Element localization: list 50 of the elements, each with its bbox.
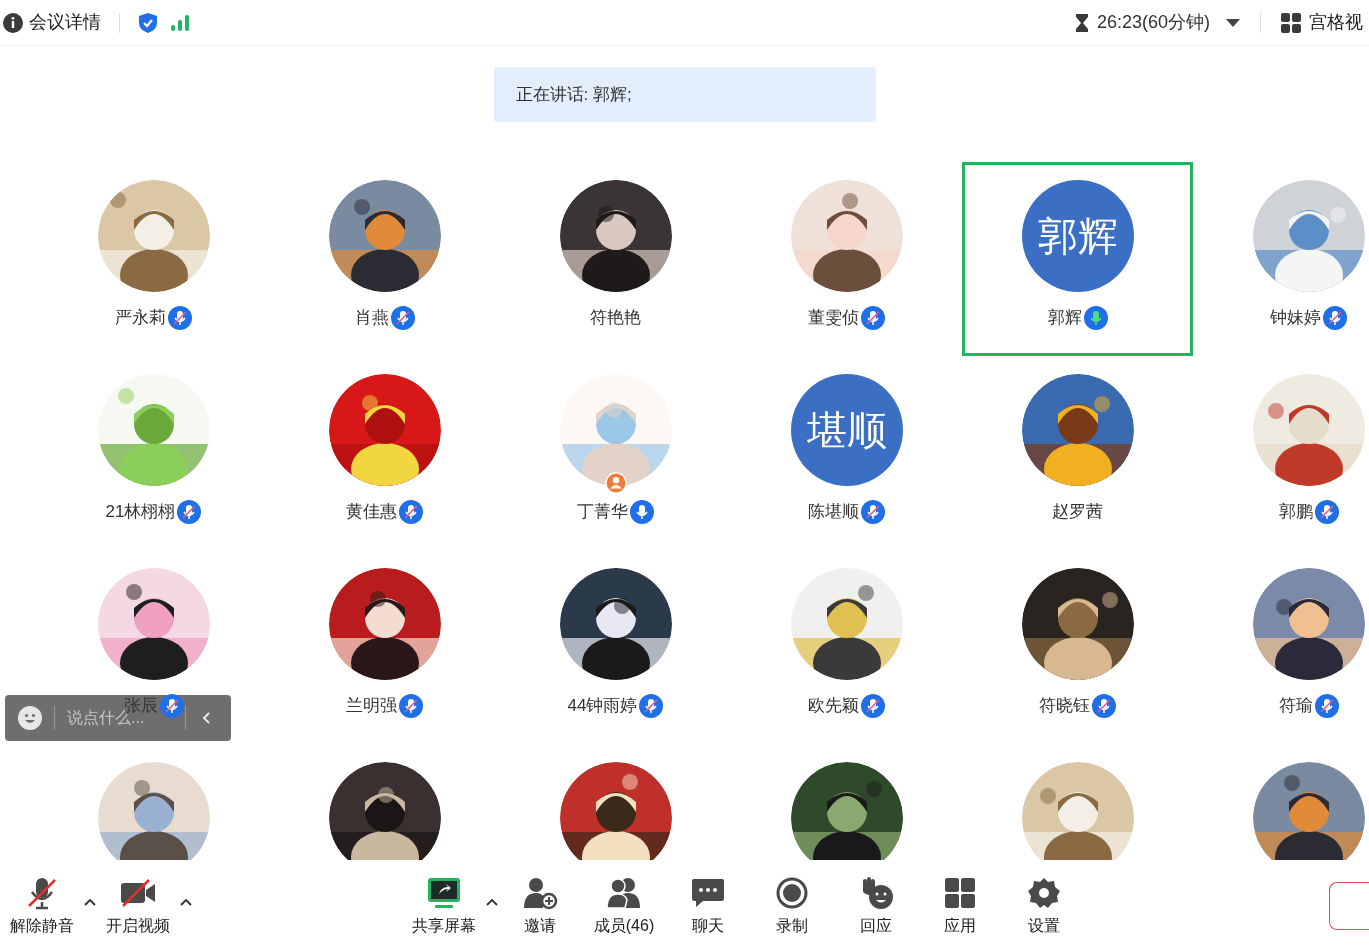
meeting-timer: 26:23(60分钟) xyxy=(1096,11,1210,34)
participant-name: 符晓钰 xyxy=(1039,695,1090,718)
toolbar-button[interactable]: 邀请 xyxy=(498,876,582,938)
participant-name: 符瑜 xyxy=(1278,695,1313,718)
avatar: 堪顺 xyxy=(790,374,903,486)
add-person-icon xyxy=(521,876,559,910)
participant-name: 21林栩栩 xyxy=(105,501,176,524)
settings-icon xyxy=(1025,876,1063,910)
participant-name: 赵罗茜 xyxy=(1052,501,1103,524)
view-mode-button[interactable]: 宫格视 xyxy=(1309,9,1369,36)
participant-name: 欧先颖 xyxy=(808,695,859,718)
caret-icon[interactable] xyxy=(180,898,192,906)
participant-name: 陈堪顺 xyxy=(808,501,859,524)
participant-name: 黄佳惠 xyxy=(346,501,397,524)
collapse-icon[interactable] xyxy=(202,712,210,724)
participant-name: 董雯侦 xyxy=(808,307,859,330)
leave-button[interactable] xyxy=(1329,882,1369,930)
toolbar-button[interactable]: 聊天 xyxy=(666,876,750,938)
participant-name: 郭辉 xyxy=(1047,307,1082,330)
hourglass-icon xyxy=(1074,12,1089,33)
toolbar-button[interactable]: 回应 xyxy=(834,876,918,938)
toolbar-button[interactable]: 成员(46) xyxy=(582,876,666,938)
share-screen-icon xyxy=(425,876,463,910)
shield-check-icon[interactable] xyxy=(138,11,158,34)
participant-name: 郭鹏 xyxy=(1278,501,1313,524)
caret-icon[interactable] xyxy=(84,898,96,906)
toolbar-button[interactable]: 共享屏幕 xyxy=(402,876,486,938)
toolbar-button[interactable]: 应用 xyxy=(918,876,1002,938)
participant-name: 丁菁华 xyxy=(577,501,628,524)
info-icon[interactable] xyxy=(3,12,23,33)
participant-name: 兰明强 xyxy=(346,695,397,718)
avatar: 郭辉 xyxy=(1021,180,1134,292)
people-icon xyxy=(605,876,643,910)
meeting-details-button[interactable]: 会议详情 xyxy=(29,9,101,36)
toolbar-button[interactable]: 解除静音 xyxy=(0,876,84,938)
speaking-banner: 正在讲话: 郭辉; xyxy=(493,67,876,122)
participant-name: 肖燕 xyxy=(354,307,389,330)
toolbar-button[interactable]: 设置 xyxy=(1002,876,1086,938)
caret-icon[interactable] xyxy=(486,898,498,906)
participant-name: 严永莉 xyxy=(115,307,166,330)
toolbar-button[interactable]: 开启视频 xyxy=(96,876,180,938)
toolbar-button[interactable]: 录制 xyxy=(750,876,834,938)
emoji-icon[interactable] xyxy=(18,706,42,730)
participant-name: 符艳艳 xyxy=(590,307,641,330)
grid-view-icon[interactable] xyxy=(1281,12,1301,33)
participant-name: 44钟雨婷 xyxy=(567,695,638,718)
chat-icon xyxy=(689,876,727,910)
participant-name: 钟妹婷 xyxy=(1270,307,1321,330)
signal-icon[interactable] xyxy=(170,13,190,32)
dropdown-icon[interactable] xyxy=(1226,18,1240,27)
